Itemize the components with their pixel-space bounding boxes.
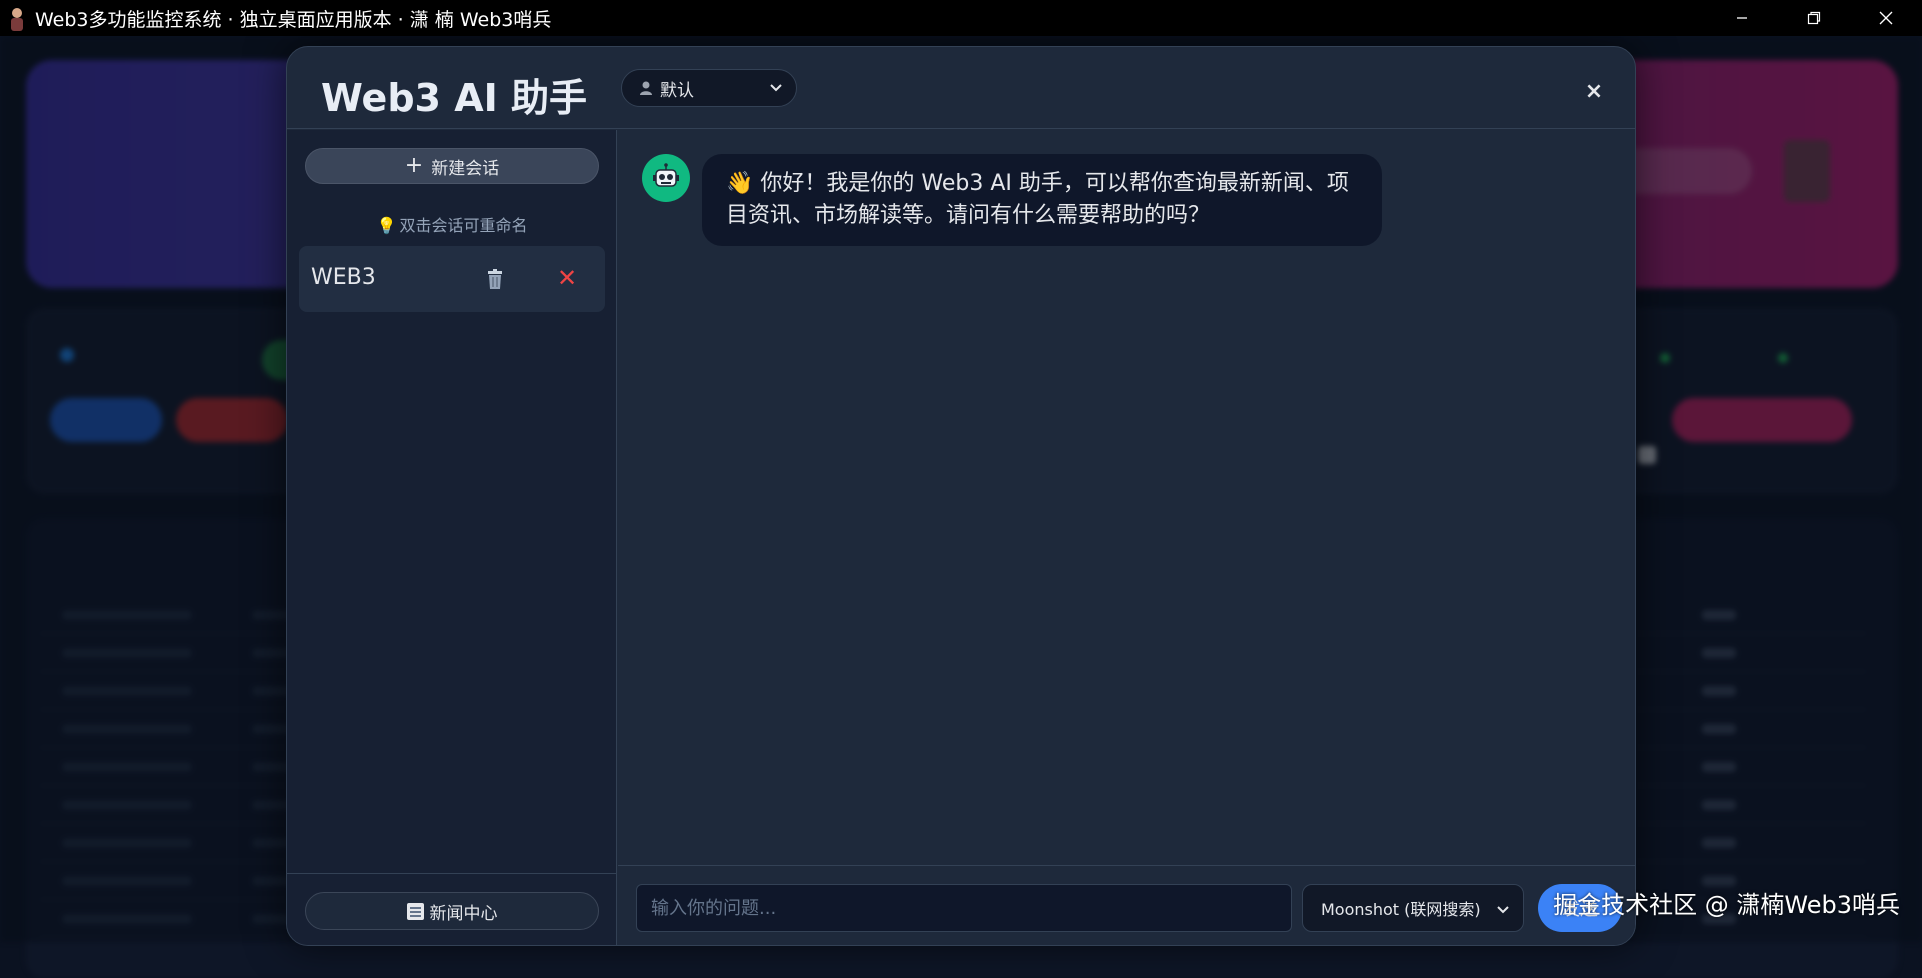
trash-icon[interactable] (485, 268, 505, 290)
minimize-icon (1735, 11, 1749, 25)
persona-select-value: 默认 (660, 76, 694, 101)
plus-icon: + (405, 155, 423, 177)
news-center-label: 新闻中心 (430, 899, 498, 924)
rename-hint: 💡双击会话可重命名 (287, 212, 617, 236)
watermark: 掘金技术社区 @ 潇楠Web3哨兵 (1553, 885, 1900, 920)
restore-icon (1807, 11, 1821, 25)
robot-icon (642, 154, 690, 202)
app-icon (5, 5, 29, 31)
modal-title: Web3 AI 助手 (321, 67, 587, 122)
new-chat-label: 新建会话 (431, 154, 499, 179)
model-select[interactable]: Moonshot (联网搜索) (1302, 884, 1524, 932)
window-titlebar: Web3多功能监控系统 · 独立桌面应用版本 · 潇 楠 Web3哨兵 (0, 0, 1922, 36)
chevron-down-icon (1495, 901, 1511, 917)
modal-close-button[interactable]: × (1583, 81, 1605, 103)
new-chat-button[interactable]: + 新建会话 (305, 148, 599, 184)
close-icon (1878, 10, 1894, 26)
restore-button[interactable] (1778, 0, 1850, 36)
chat-input[interactable] (636, 884, 1292, 932)
chat-input-bar: Moonshot (联网搜索) 发送 (618, 865, 1636, 946)
model-select-value: Moonshot (联网搜索) (1321, 896, 1481, 920)
ai-assistant-modal: Web3 AI 助手 默认 × + 新建会话 💡双击会话可重命名 WEB3 ✕ (286, 46, 1636, 946)
lightbulb-icon: 💡 (377, 216, 397, 235)
rename-hint-text: 双击会话可重命名 (399, 216, 527, 235)
close-window-button[interactable] (1850, 0, 1922, 36)
window-controls (1706, 0, 1922, 36)
session-name[interactable]: WEB3 (311, 265, 376, 290)
chat-area: 👋 你好！我是你的 Web3 AI 助手，可以帮你查询最新新闻、项目资讯、市场解… (618, 130, 1636, 946)
news-center-button[interactable]: 新闻中心 (305, 892, 599, 930)
persona-select[interactable]: 默认 (621, 69, 797, 107)
minimize-button[interactable] (1706, 0, 1778, 36)
newspaper-icon (407, 903, 424, 920)
chevron-down-icon (768, 79, 784, 95)
delete-session-icon[interactable]: ✕ (557, 264, 577, 292)
window-title: Web3多功能监控系统 · 独立桌面应用版本 · 潇 楠 Web3哨兵 (35, 5, 551, 32)
modal-header: Web3 AI 助手 默认 × (287, 47, 1635, 129)
session-sidebar: + 新建会话 💡双击会话可重命名 WEB3 ✕ 新闻中心 (287, 130, 617, 946)
sidebar-footer: 新闻中心 (287, 873, 617, 946)
person-icon (638, 80, 654, 96)
session-item[interactable]: WEB3 ✕ (299, 246, 605, 312)
assistant-message: 👋 你好！我是你的 Web3 AI 助手，可以帮你查询最新新闻、项目资讯、市场解… (702, 154, 1382, 246)
